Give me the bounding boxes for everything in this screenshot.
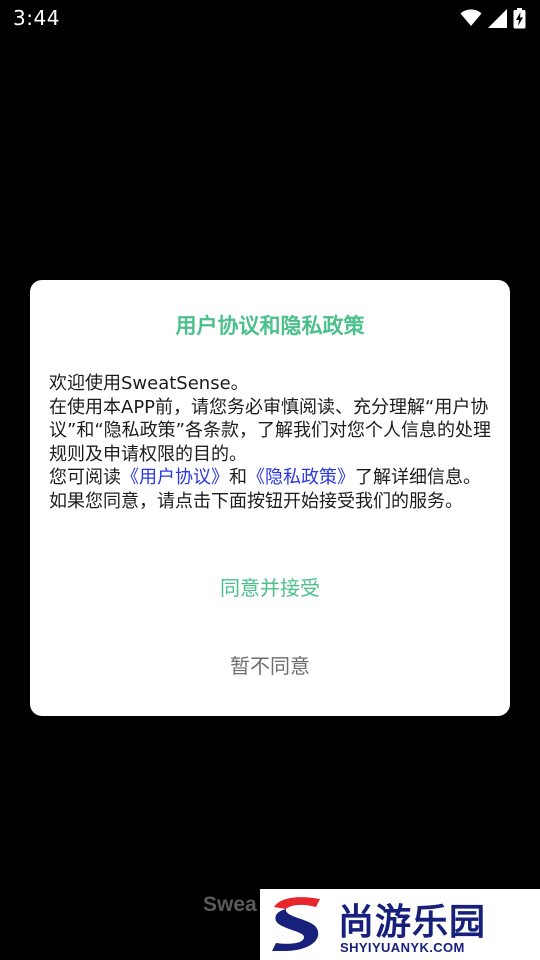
welcome-line: 欢迎使用SweatSense。 xyxy=(49,373,249,394)
app-name-partial: Swea xyxy=(203,893,257,916)
terms-paragraph: 在使用本APP前，请您务必审慎阅读、充分理解“用户协议”和“隐私政策”各条款，了… xyxy=(49,396,491,465)
links-prefix: 您可阅读 xyxy=(49,467,121,488)
status-icons xyxy=(460,7,526,29)
dialog-title: 用户协议和隐私政策 xyxy=(175,314,365,338)
privacy-policy-link[interactable]: 《隐私政策》 xyxy=(247,467,355,488)
links-paragraph: 您可阅读《用户协议》和《隐私政策》了解详细信息。如果您同意，请点击下面按钮开始接… xyxy=(49,466,495,513)
decline-button[interactable]: 暂不同意 xyxy=(30,646,510,686)
cellular-signal-icon xyxy=(488,8,507,28)
watermark-logo-icon xyxy=(270,893,336,955)
watermark: 尚游乐园 SHYIYUANYK.COM xyxy=(260,889,540,960)
status-bar: 3:44 xyxy=(0,0,540,36)
accept-button[interactable]: 同意并接受 xyxy=(30,568,510,608)
screen: 3:44 Swea 用户协议和隐私政策 欢迎使用SweatSense。 在使用本… xyxy=(0,0,540,960)
links-and: 和 xyxy=(229,467,247,488)
wifi-icon xyxy=(460,9,482,27)
watermark-url: SHYIYUANYK.COM xyxy=(340,940,465,955)
privacy-dialog: 用户协议和隐私政策 欢迎使用SweatSense。 在使用本APP前，请您务必审… xyxy=(30,280,510,716)
dialog-body: 欢迎使用SweatSense。 在使用本APP前，请您务必审慎阅读、充分理解“用… xyxy=(49,372,495,513)
user-agreement-link[interactable]: 《用户协议》 xyxy=(121,467,229,488)
watermark-name: 尚游乐园 xyxy=(338,902,487,943)
battery-charging-icon xyxy=(513,7,526,29)
status-time: 3:44 xyxy=(13,6,60,30)
